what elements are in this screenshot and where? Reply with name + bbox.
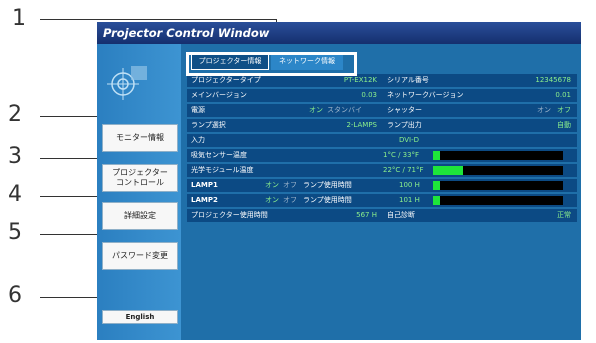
lamp1-label: LAMP1 — [191, 181, 218, 189]
input-value: DVI-D — [399, 136, 420, 144]
lamp-select-value: 2-LAMPS — [346, 121, 377, 129]
lamp1-on-value: オン — [265, 181, 279, 189]
self-diagnosis-label: 自己診断 — [387, 211, 415, 219]
shutter-off-value: オフ — [557, 106, 571, 114]
self-diagnosis-value: 正常 — [557, 211, 571, 219]
monitor-info-label: モニター情報 — [116, 133, 164, 142]
power-on-value: オン — [309, 106, 323, 114]
callout-5: 5 — [8, 220, 22, 245]
tab-callout-box — [186, 52, 357, 76]
callout-1: 1 — [12, 6, 26, 31]
table-row: ランプ選択 2-LAMPS ランプ出力 自動 — [187, 119, 577, 132]
table-row: 吸気センサー温度 1°C / 33°F — [187, 149, 577, 162]
optical-temp-value: 22°C / 71°F — [383, 166, 424, 174]
optical-temp-bar — [433, 166, 563, 175]
table-row: 入力 DVI-D — [187, 134, 577, 147]
input-label: 入力 — [191, 136, 205, 144]
lamp2-hours-label: ランプ使用時間 — [303, 196, 352, 204]
detailed-settings-button[interactable]: 詳細設定 — [102, 202, 178, 230]
intake-temp-fill — [433, 151, 440, 160]
callout-6: 6 — [8, 283, 22, 308]
lamp1-bar — [433, 181, 563, 190]
intake-temp-value: 1°C / 33°F — [383, 151, 420, 159]
power-label: 電源 — [191, 106, 205, 114]
projector-runtime-value: 567 H — [356, 211, 377, 219]
projector-control-button[interactable]: プロジェクター コントロール — [102, 164, 178, 192]
window-title: Projector Control Window — [103, 26, 270, 40]
serial-number-label: シリアル番号 — [387, 76, 429, 84]
lamp1-hours-label: ランプ使用時間 — [303, 181, 352, 189]
lamp1-off-value: オフ — [283, 181, 297, 189]
callout-2: 2 — [8, 102, 22, 127]
main-panel: プロジェクター情報 ネットワーク情報 プロジェクタータイプ PT-EX12K シ… — [181, 44, 581, 340]
main-version-label: メインバージョン — [191, 91, 247, 99]
intake-temp-label: 吸気センサー温度 — [191, 151, 247, 159]
shutter-on-value: オン — [537, 106, 551, 114]
lamp-output-label: ランプ出力 — [387, 121, 422, 129]
monitor-info-button[interactable]: モニター情報 — [102, 124, 178, 152]
title-bar: Projector Control Window — [97, 22, 581, 44]
intake-temp-bar — [433, 151, 563, 160]
english-button[interactable]: English — [102, 310, 178, 324]
table-row: LAMP2 オン オフ ランプ使用時間 101 H — [187, 194, 577, 207]
callout-4: 4 — [8, 182, 22, 207]
table-row: 電源 オン スタンバイ シャッター オン オフ — [187, 104, 577, 117]
table-row: プロジェクター使用時間 567 H 自己診断 正常 — [187, 209, 577, 222]
network-version-value: 0.01 — [555, 91, 571, 99]
sidebar: モニター情報 プロジェクター コントロール 詳細設定 パスワード変更 Engli… — [97, 44, 181, 340]
lamp-select-label: ランプ選択 — [191, 121, 226, 129]
change-password-button[interactable]: パスワード変更 — [102, 242, 178, 270]
lamp1-hours-value: 100 H — [399, 181, 420, 189]
projector-runtime-label: プロジェクター使用時間 — [191, 211, 268, 219]
lamp-output-value: 自動 — [557, 121, 571, 129]
main-version-value: 0.03 — [361, 91, 377, 99]
optical-temp-fill — [433, 166, 463, 175]
status-table: プロジェクタータイプ PT-EX12K シリアル番号 12345678 メインバ… — [187, 74, 577, 224]
optical-temp-label: 光学モジュール温度 — [191, 166, 254, 174]
lamp2-hours-value: 101 H — [399, 196, 420, 204]
callout-1-line — [40, 19, 276, 20]
shutter-label: シャッター — [387, 106, 422, 114]
table-row: メインバージョン 0.03 ネットワークバージョン 0.01 — [187, 89, 577, 102]
projector-control-label: プロジェクター コントロール — [112, 168, 168, 187]
callout-3: 3 — [8, 144, 22, 169]
table-row: 光学モジュール温度 22°C / 71°F — [187, 164, 577, 177]
lamp2-off-value: オフ — [283, 196, 297, 204]
change-password-label: パスワード変更 — [112, 251, 168, 260]
english-label: English — [125, 313, 155, 321]
lamp1-fill — [433, 181, 440, 190]
lamp2-label: LAMP2 — [191, 196, 218, 204]
table-row: LAMP1 オン オフ ランプ使用時間 100 H — [187, 179, 577, 192]
detailed-settings-label: 詳細設定 — [124, 211, 156, 220]
network-version-label: ネットワークバージョン — [387, 91, 464, 99]
lamp2-bar — [433, 196, 563, 205]
power-standby-value: スタンバイ — [327, 106, 362, 114]
lamp2-on-value: オン — [265, 196, 279, 204]
projector-logo-icon — [107, 66, 147, 100]
lamp2-fill — [433, 196, 440, 205]
serial-number-value: 12345678 — [535, 76, 571, 84]
